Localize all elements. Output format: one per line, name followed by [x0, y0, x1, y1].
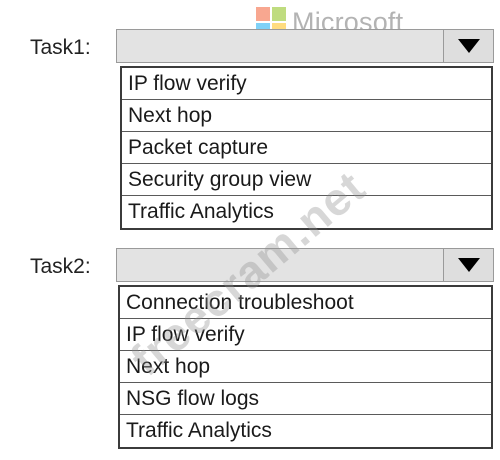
task1-label: Task1:: [30, 36, 91, 59]
task2-options-list: Connection troubleshoot IP flow verify N…: [118, 285, 493, 449]
task1-option-next-hop[interactable]: Next hop: [122, 100, 491, 132]
caret-down-icon: [458, 39, 480, 53]
task2-dropdown[interactable]: [116, 248, 494, 282]
task1-dropdown[interactable]: [116, 29, 494, 63]
task2-option-next-hop[interactable]: Next hop: [120, 351, 491, 383]
task2-option-connection-troubleshoot[interactable]: Connection troubleshoot: [120, 287, 491, 319]
task2-option-nsg-flow-logs[interactable]: NSG flow logs: [120, 383, 491, 415]
task2-option-traffic-analytics[interactable]: Traffic Analytics: [120, 415, 491, 447]
task1-option-traffic-analytics[interactable]: Traffic Analytics: [122, 196, 491, 228]
task1-option-packet-capture[interactable]: Packet capture: [122, 132, 491, 164]
task2-label: Task2:: [30, 255, 91, 278]
task1-options-list: IP flow verify Next hop Packet capture S…: [120, 66, 493, 230]
task1-option-ip-flow-verify[interactable]: IP flow verify: [122, 68, 491, 100]
task1-dropdown-button[interactable]: [443, 30, 493, 62]
task2-dropdown-button[interactable]: [443, 249, 493, 281]
caret-down-icon: [458, 258, 480, 272]
task2-option-ip-flow-verify[interactable]: IP flow verify: [120, 319, 491, 351]
page: Microsoft Task1: IP flow verify Next hop…: [0, 0, 500, 460]
task1-option-security-group-view[interactable]: Security group view: [122, 164, 491, 196]
